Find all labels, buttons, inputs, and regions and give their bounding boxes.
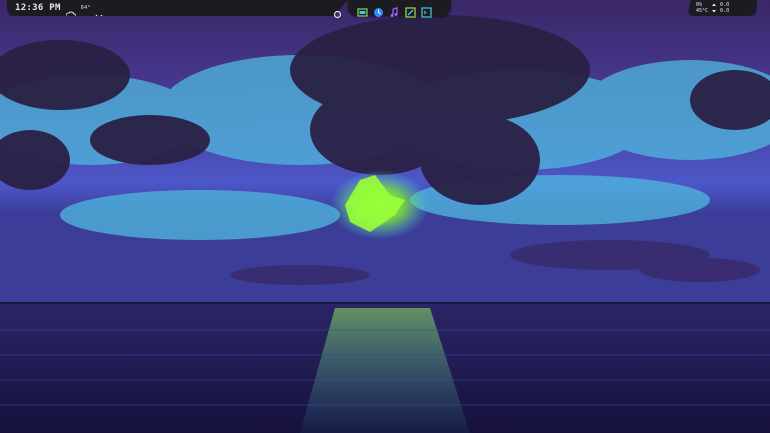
top-left-panel: 12:36 PM 64°	[7, 0, 348, 16]
circle-icon[interactable]	[333, 4, 342, 18]
network-download: 0.0	[720, 8, 730, 14]
system-monitor-panel: 0% 45°C 0.0 0.0	[687, 0, 757, 16]
clock-label[interactable]: 12:36 PM	[15, 3, 61, 13]
cpu-temp-stats[interactable]: 0% 45°C	[696, 2, 708, 14]
terminal-icon[interactable]	[421, 3, 432, 18]
music-icon[interactable]	[389, 3, 400, 17]
cpu-temperature: 45°C	[696, 8, 709, 14]
network-arrows-icon	[711, 3, 717, 13]
app-dock	[333, 0, 451, 18]
cloud-icon[interactable]	[65, 4, 77, 16]
weather-temperature: 64°	[80, 5, 91, 11]
desktop-wallpaper	[0, 0, 770, 433]
editor-icon[interactable]	[405, 3, 416, 18]
browser-icon[interactable]	[373, 3, 384, 17]
chevron-down-icon[interactable]	[95, 5, 103, 16]
network-speed-stats[interactable]: 0.0 0.0	[720, 2, 729, 14]
files-icon[interactable]	[357, 3, 368, 17]
